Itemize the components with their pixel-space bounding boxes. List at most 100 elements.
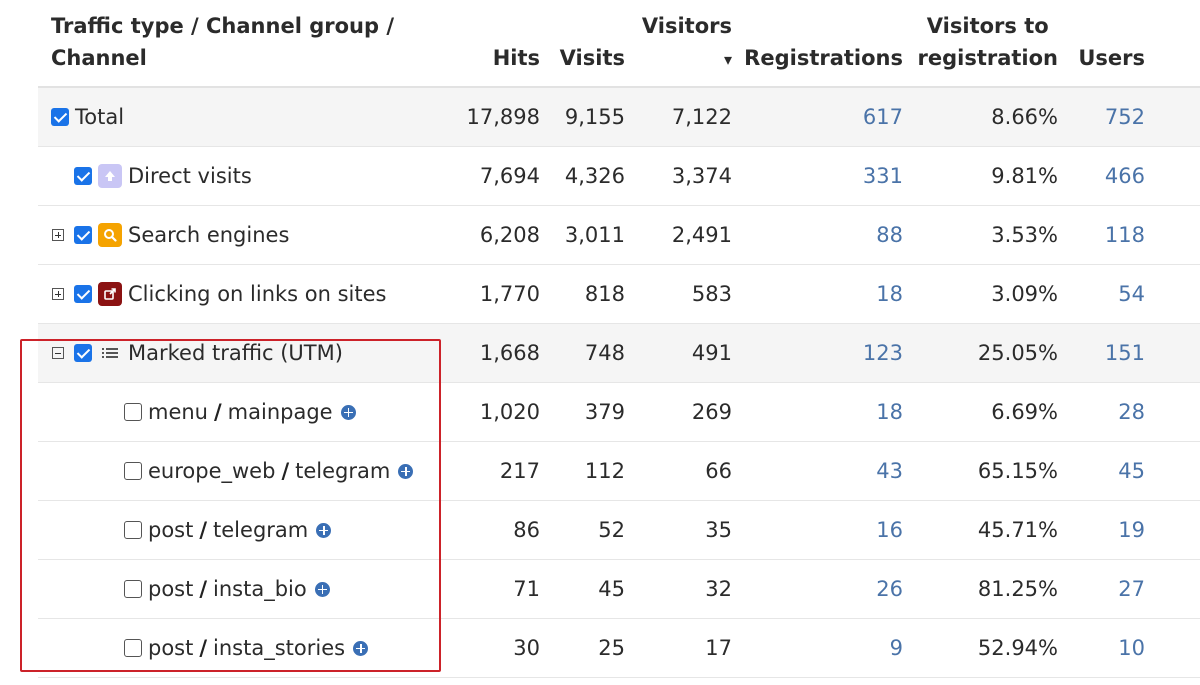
- add-circle-icon[interactable]: [340, 404, 356, 420]
- checkbox-utm[interactable]: [124, 462, 142, 480]
- cell-visitors: 32: [705, 577, 732, 601]
- checkbox-utm[interactable]: [124, 639, 142, 657]
- checkbox-marked-traffic[interactable]: [74, 344, 92, 362]
- cell-registrations-link[interactable]: 88: [876, 206, 903, 264]
- table-row-total: Total 17,898 9,155 7,122 617 8.66% 752: [38, 88, 1200, 147]
- separator: /: [199, 518, 208, 542]
- cell-users-link[interactable]: 28: [1118, 383, 1145, 441]
- cell-hits: 17,898: [466, 105, 540, 129]
- cell-users-link[interactable]: 45: [1118, 442, 1145, 500]
- cell-visitors: 583: [691, 282, 732, 306]
- cell-users-link[interactable]: 54: [1118, 265, 1145, 323]
- add-circle-icon[interactable]: [398, 463, 414, 479]
- checkbox-clicking-links[interactable]: [74, 285, 92, 303]
- header-channel-line2: Channel: [51, 46, 147, 70]
- cell-registrations-link[interactable]: 123: [863, 324, 903, 382]
- separator: /: [214, 400, 222, 424]
- separator: /: [199, 577, 208, 601]
- table-row-utm: menu / mainpage 1,020 379 269 18 6.69% 2…: [38, 383, 1200, 442]
- header-visitors[interactable]: Visitors: [642, 10, 732, 42]
- cell-v2r: 9.81%: [991, 164, 1058, 188]
- utm-source: post: [148, 636, 194, 660]
- cell-users-link[interactable]: 752: [1105, 88, 1145, 146]
- header-registrations[interactable]: Registrations: [744, 42, 903, 74]
- cell-registrations-link[interactable]: 18: [876, 265, 903, 323]
- utm-medium: telegram: [295, 459, 391, 483]
- cell-users-link[interactable]: 27: [1118, 560, 1145, 618]
- external-link-icon: [98, 282, 122, 306]
- expand-icon[interactable]: [52, 288, 64, 300]
- cell-users-link[interactable]: 151: [1105, 324, 1145, 382]
- cell-visits: 748: [584, 341, 625, 365]
- cell-users-link[interactable]: 19: [1118, 501, 1145, 559]
- cell-v2r: 45.71%: [977, 518, 1058, 542]
- checkbox-utm[interactable]: [124, 403, 142, 421]
- expand-icon[interactable]: [52, 229, 64, 241]
- cell-registrations-link[interactable]: 617: [863, 88, 903, 146]
- magnifier-icon: [98, 223, 122, 247]
- sort-desc-icon[interactable]: ▾: [724, 44, 732, 76]
- table-row-utm: post / telegram 86 52 35 16 45.71% 19: [38, 501, 1200, 560]
- utm-source: post: [148, 518, 194, 542]
- cell-registrations-link[interactable]: 16: [876, 501, 903, 559]
- cell-registrations-link[interactable]: 43: [876, 442, 903, 500]
- cell-registrations-link[interactable]: 18: [876, 383, 903, 441]
- row-label: Total: [51, 88, 124, 146]
- cell-visits: 3,011: [564, 223, 625, 247]
- table-row-utm: europe_web / telegram 217 112 66 43 65.1…: [38, 442, 1200, 501]
- utm-medium: telegram: [213, 518, 309, 542]
- cell-visits: 112: [584, 459, 625, 483]
- cell-users-link[interactable]: 466: [1105, 147, 1145, 205]
- table-row-clicking-links: Clicking on links on sites 1,770 818 583…: [38, 265, 1200, 324]
- cell-registrations-link[interactable]: 26: [876, 560, 903, 618]
- cell-users-link[interactable]: 118: [1105, 206, 1145, 264]
- arrow-up-icon: [98, 164, 122, 188]
- header-users[interactable]: Users: [1078, 42, 1145, 74]
- cell-v2r: 25.05%: [977, 341, 1058, 365]
- row-label: Clicking on links on sites: [52, 265, 386, 323]
- cell-visits: 45: [598, 577, 625, 601]
- row-label: Direct visits: [74, 147, 252, 205]
- table-row-direct-visits: Direct visits 7,694 4,326 3,374 331 9.81…: [38, 147, 1200, 206]
- header-visitors-to-registration[interactable]: Visitors to registration: [917, 10, 1058, 74]
- cell-registrations-link[interactable]: 9: [890, 619, 903, 677]
- add-circle-icon[interactable]: [316, 522, 332, 538]
- header-visits[interactable]: Visits: [560, 42, 625, 74]
- cell-visitors: 2,491: [671, 223, 732, 247]
- collapse-icon[interactable]: [52, 347, 64, 359]
- utm-source: post: [148, 577, 194, 601]
- cell-registrations-link[interactable]: 331: [863, 147, 903, 205]
- header-hits[interactable]: Hits: [493, 42, 540, 74]
- row-label: post / insta_stories: [124, 619, 369, 677]
- cell-hits: 1,020: [479, 400, 540, 424]
- list-icon: [98, 341, 122, 365]
- cell-v2r: 81.25%: [977, 577, 1058, 601]
- utm-medium: insta_bio: [213, 577, 307, 601]
- row-label: post / insta_bio: [124, 560, 330, 618]
- row-label: menu / mainpage: [124, 383, 356, 441]
- utm-medium: insta_stories: [213, 636, 346, 660]
- cell-v2r: 8.66%: [991, 105, 1058, 129]
- checkbox-utm[interactable]: [124, 580, 142, 598]
- row-label-text: Marked traffic (UTM): [128, 341, 343, 365]
- checkbox-total[interactable]: [51, 108, 69, 126]
- cell-v2r: 6.69%: [991, 400, 1058, 424]
- header-channel[interactable]: Traffic type / Channel group / Channel: [51, 10, 394, 74]
- cell-visitors: 491: [691, 341, 732, 365]
- cell-hits: 30: [513, 636, 540, 660]
- checkbox-search-engines[interactable]: [74, 226, 92, 244]
- checkbox-direct-visits[interactable]: [74, 167, 92, 185]
- cell-v2r: 3.53%: [991, 223, 1058, 247]
- cell-visitors: 17: [705, 636, 732, 660]
- header-v2r-line2: registration: [917, 46, 1058, 70]
- add-circle-icon[interactable]: [314, 581, 330, 597]
- separator: /: [199, 636, 208, 660]
- row-label: Search engines: [52, 206, 289, 264]
- checkbox-utm[interactable]: [124, 521, 142, 539]
- cell-visits: 4,326: [564, 164, 625, 188]
- cell-users-link[interactable]: 10: [1118, 619, 1145, 677]
- cell-hits: 7,694: [479, 164, 540, 188]
- add-circle-icon[interactable]: [353, 640, 369, 656]
- table-row-search-engines: Search engines 6,208 3,011 2,491 88 3.53…: [38, 206, 1200, 265]
- cell-v2r: 3.09%: [991, 282, 1058, 306]
